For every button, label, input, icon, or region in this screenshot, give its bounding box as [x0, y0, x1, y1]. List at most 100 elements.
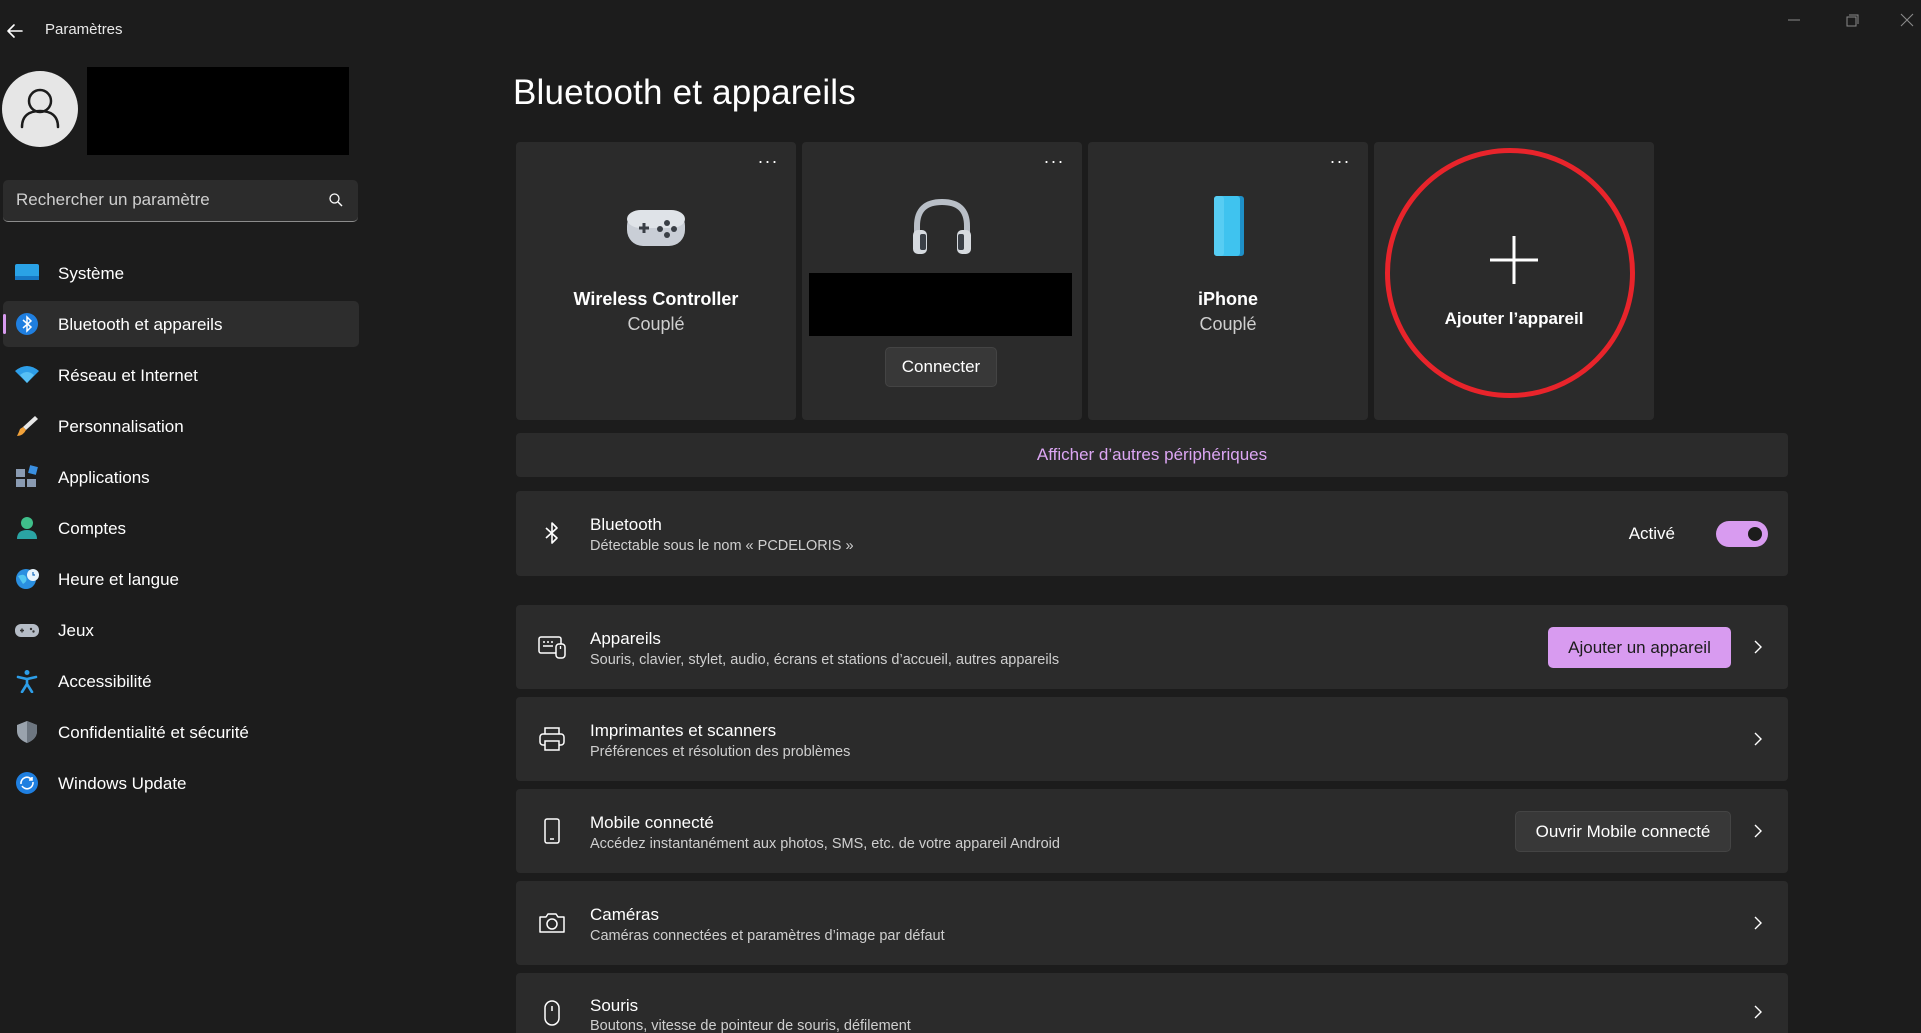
cameras-row[interactable]: Caméras Caméras connectées et paramètres…	[516, 881, 1788, 965]
row-subtitle: Boutons, vitesse de pointeur de souris, …	[590, 1018, 911, 1033]
chevron-right-icon	[1754, 640, 1762, 654]
search-input[interactable]	[3, 180, 323, 220]
mobile-row[interactable]: Mobile connecté Accédez instantanément a…	[516, 789, 1788, 873]
sidebar-item-label: Système	[58, 264, 125, 283]
devices-row[interactable]: Appareils Souris, clavier, stylet, audio…	[516, 605, 1788, 689]
sidebar-item-label: Comptes	[58, 519, 127, 538]
bluetooth-subtitle: Détectable sous le nom « PCDELORIS »	[590, 538, 854, 554]
show-more-devices-link[interactable]: Afficher d’autres périphériques	[516, 433, 1788, 477]
accessibility-icon	[16, 670, 38, 693]
gamepad-icon	[627, 210, 685, 246]
back-arrow-icon[interactable]	[4, 18, 30, 44]
sidebar-item-windows-update[interactable]: Windows Update	[3, 760, 359, 806]
device-name: iPhone	[1197, 289, 1258, 309]
shield-icon	[17, 721, 37, 743]
gamepad-icon	[15, 624, 39, 637]
device-card-iphone[interactable]: ··· iPhone Couplé	[1088, 142, 1368, 420]
row-title: Souris	[590, 996, 639, 1015]
device-status: Couplé	[1199, 314, 1257, 334]
add-device-card[interactable]: Ajouter l’appareil	[1374, 142, 1654, 420]
camera-icon	[539, 913, 565, 933]
more-options-icon[interactable]: ···	[756, 152, 780, 170]
sidebar-item-applications[interactable]: Applications	[3, 454, 359, 500]
sidebar-item-label: Personnalisation	[58, 417, 184, 436]
chevron-right-icon	[1754, 1005, 1762, 1019]
wifi-icon	[15, 366, 39, 383]
sidebar-item-heure[interactable]: Heure et langue	[3, 556, 359, 602]
sidebar-item-label: Accessibilité	[58, 672, 152, 691]
update-icon	[16, 772, 38, 794]
restore-icon[interactable]	[1838, 8, 1866, 32]
system-icon	[15, 264, 39, 280]
close-icon[interactable]	[1893, 8, 1921, 32]
bluetooth-icon	[16, 313, 38, 335]
row-title: Imprimantes et scanners	[590, 721, 777, 740]
row-title: Mobile connecté	[590, 813, 714, 832]
toggle-state-label: Activé	[1628, 524, 1675, 543]
plus-icon	[1490, 236, 1538, 284]
sidebar-item-label: Applications	[58, 468, 150, 487]
redacted-device-name	[809, 273, 1072, 336]
sidebar-item-reseau[interactable]: Réseau et Internet	[3, 352, 359, 398]
sidebar-item-label: Jeux	[58, 621, 94, 640]
more-options-icon[interactable]: ···	[1042, 152, 1066, 170]
device-card-controller[interactable]: ··· Wireless Controller Couplé	[516, 142, 796, 420]
sidebar-nav: Système Bluetooth et appareils Réseau et…	[3, 250, 359, 811]
search-box[interactable]	[3, 180, 358, 222]
row-subtitle: Souris, clavier, stylet, audio, écrans e…	[590, 652, 1060, 668]
printers-row[interactable]: Imprimantes et scanners Préférences et r…	[516, 697, 1788, 781]
add-device-label: Ajouter l’appareil	[1444, 309, 1584, 328]
sidebar-item-jeux[interactable]: Jeux	[3, 607, 359, 653]
bluetooth-title: Bluetooth	[590, 515, 662, 534]
sidebar-item-label: Confidentialité et sécurité	[58, 723, 249, 742]
row-subtitle: Accédez instantanément aux photos, SMS, …	[590, 836, 1060, 852]
add-device-button[interactable]: Ajouter un appareil	[1548, 627, 1731, 668]
avatar[interactable]	[2, 71, 78, 147]
account-icon	[17, 517, 37, 539]
search-icon[interactable]	[328, 192, 344, 208]
row-subtitle: Préférences et résolution des problèmes	[590, 744, 851, 760]
page-title: Bluetooth et appareils	[513, 73, 856, 112]
bluetooth-icon	[545, 522, 558, 544]
mobile-icon	[544, 818, 560, 844]
row-title: Appareils	[590, 629, 661, 648]
device-name: Wireless Controller	[573, 289, 739, 309]
chevron-right-icon	[1754, 916, 1762, 930]
globe-clock-icon	[16, 569, 39, 589]
sidebar-item-bluetooth[interactable]: Bluetooth et appareils	[3, 301, 359, 347]
sidebar-item-systeme[interactable]: Système	[3, 250, 359, 296]
sidebar-item-personnalisation[interactable]: Personnalisation	[3, 403, 359, 449]
toggle-knob	[1748, 527, 1762, 541]
brush-icon	[17, 416, 38, 436]
minimize-icon[interactable]	[1780, 8, 1808, 32]
device-status: Couplé	[627, 314, 685, 334]
bluetooth-row: Bluetooth Détectable sous le nom « PCDEL…	[516, 491, 1788, 576]
sidebar-item-label: Windows Update	[58, 774, 187, 793]
sidebar-item-label: Bluetooth et appareils	[58, 315, 223, 334]
phone-icon	[1214, 196, 1244, 256]
printer-icon	[539, 727, 565, 751]
title-bar: Paramètres	[0, 0, 1921, 58]
window-title: Paramètres	[45, 21, 123, 38]
redacted-account-name	[87, 67, 349, 155]
headphones-icon	[913, 198, 971, 254]
sidebar-item-comptes[interactable]: Comptes	[3, 505, 359, 551]
sidebar-item-label: Réseau et Internet	[58, 366, 198, 385]
row-title: Caméras	[590, 905, 659, 924]
mouse-row[interactable]: Souris Boutons, vitesse de pointeur de s…	[516, 973, 1788, 1033]
row-subtitle: Caméras connectées et paramètres d’image…	[590, 928, 945, 944]
sidebar-item-label: Heure et langue	[58, 570, 179, 589]
sidebar-item-confidentialite[interactable]: Confidentialité et sécurité	[3, 709, 359, 755]
bluetooth-toggle[interactable]	[1716, 521, 1768, 547]
connect-button[interactable]: Connecter	[885, 347, 997, 387]
open-mobile-button[interactable]: Ouvrir Mobile connecté	[1515, 811, 1731, 852]
apps-icon	[16, 465, 38, 487]
chevron-right-icon	[1754, 824, 1762, 838]
device-card-headphones[interactable]: ··· Connecter	[802, 142, 1082, 420]
chevron-right-icon	[1754, 732, 1762, 746]
sidebar-item-accessibilite[interactable]: Accessibilité	[3, 658, 359, 704]
user-icon	[20, 88, 60, 129]
mouse-icon	[544, 1000, 560, 1026]
more-options-icon[interactable]: ···	[1328, 152, 1352, 170]
devices-icon	[538, 636, 566, 659]
